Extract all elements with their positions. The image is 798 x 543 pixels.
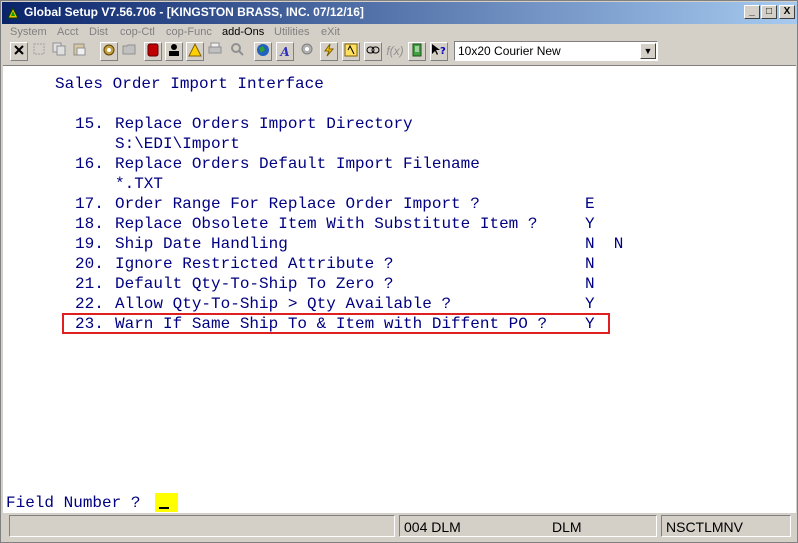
menu-acct[interactable]: Acct — [57, 26, 78, 38]
line-number: 20. — [75, 255, 104, 273]
line-label: Ship Date Handling — [115, 235, 288, 253]
folder-icon[interactable] — [120, 42, 138, 61]
menu-utilities[interactable]: Utilities — [274, 26, 309, 38]
menu-add-ons[interactable]: add-Ons — [222, 26, 264, 38]
lightning-icon[interactable] — [320, 42, 338, 61]
application-window: Global Setup V7.56.706 - [KINGSTON BRASS… — [0, 0, 798, 543]
field-prompt: Field Number ? — [3, 492, 796, 513]
close-button[interactable]: X — [779, 5, 795, 19]
line-value: Y — [585, 215, 595, 233]
stop-icon[interactable] — [144, 42, 162, 61]
function-icon[interactable]: f(x) — [386, 42, 404, 61]
document-icon[interactable] — [408, 42, 426, 61]
link-icon[interactable] — [364, 42, 382, 61]
menu-cop-func[interactable]: cop-Func — [166, 26, 212, 38]
status-user: DLM — [552, 519, 582, 535]
menu-dist[interactable]: Dist — [89, 26, 108, 38]
line-number: 16. — [75, 155, 104, 173]
maximize-button[interactable]: □ — [761, 5, 777, 19]
what-is-this-icon[interactable]: ? — [430, 42, 448, 61]
terminal-screen: Sales Order Import Interface 15. Replace… — [3, 65, 796, 492]
status-program: NSCTLMNV — [666, 519, 744, 535]
line-value: N — [585, 255, 595, 273]
prompt-label: Field Number ? — [6, 494, 141, 512]
status-program-pane: NSCTLMNV — [661, 515, 791, 537]
text-cursor — [159, 507, 169, 509]
svg-text:?: ? — [440, 46, 446, 57]
status-company: 004 DLM — [404, 519, 461, 535]
title-bar[interactable]: Global Setup V7.56.706 - [KINGSTON BRASS… — [2, 2, 797, 24]
paste-icon[interactable] — [70, 42, 88, 61]
line-value-text: *.TXT — [115, 175, 164, 193]
menu-exit[interactable]: eXit — [321, 26, 340, 38]
highlight-box — [62, 313, 610, 334]
copy-icon[interactable] — [50, 42, 68, 61]
line-number: 22. — [75, 295, 104, 313]
blank-icon[interactable] — [30, 42, 48, 61]
screen-heading: Sales Order Import Interface — [55, 75, 324, 93]
window-title: Global Setup V7.56.706 - [KINGSTON BRASS… — [24, 5, 364, 19]
status-message-pane — [9, 515, 395, 537]
font-selector[interactable]: 10x20 Courier New ▼ — [454, 41, 658, 61]
close-icon[interactable] — [10, 42, 28, 61]
minimize-button[interactable]: _ — [744, 5, 760, 19]
font-selector-value: 10x20 Courier New — [458, 44, 561, 58]
settings-icon[interactable] — [100, 42, 118, 61]
line-label: Replace Orders Default Import Filename — [115, 155, 480, 173]
line-label: Order Range For Replace Order Import ? — [115, 195, 480, 213]
search-icon[interactable] — [228, 42, 246, 61]
line-label: Default Qty-To-Ship To Zero ? — [115, 275, 394, 293]
status-bar: 004 DLM DLM NSCTLMNV — [3, 514, 796, 540]
app-icon — [7, 6, 19, 19]
line-number: 18. — [75, 215, 104, 233]
menu-cop-ctl[interactable]: cop-Ctl — [120, 26, 155, 38]
line-label: Ignore Restricted Attribute ? — [115, 255, 394, 273]
line-label: Replace Orders Import Directory — [115, 115, 413, 133]
field-number-input[interactable] — [155, 493, 178, 512]
line-number: 19. — [75, 235, 104, 253]
globe-icon[interactable] — [254, 42, 272, 61]
line-value: N — [585, 275, 595, 293]
menu-bar: System Acct Dist cop-Ctl cop-Func add-On… — [2, 24, 797, 41]
font-icon[interactable]: A — [276, 42, 294, 61]
line-label: Replace Obsolete Item With Substitute It… — [115, 215, 538, 233]
line-value-text: S:\EDI\Import — [115, 135, 240, 153]
chevron-down-icon[interactable]: ▼ — [640, 43, 656, 59]
gear-icon[interactable] — [298, 42, 316, 61]
help-icon[interactable] — [342, 42, 360, 61]
line-value: E — [585, 195, 595, 213]
line-value: N N — [585, 235, 624, 253]
user-icon[interactable] — [165, 42, 183, 61]
line-value: Y — [585, 295, 595, 313]
line-number: 17. — [75, 195, 104, 213]
menu-system[interactable]: System — [10, 26, 47, 38]
line-number: 21. — [75, 275, 104, 293]
line-label: Allow Qty-To-Ship > Qty Available ? — [115, 295, 452, 313]
warning-icon[interactable] — [186, 42, 204, 61]
line-number: 15. — [75, 115, 104, 133]
status-company-pane: 004 DLM DLM — [399, 515, 657, 537]
print-icon[interactable] — [206, 42, 224, 61]
toolbar: A f(x) ? 10x20 Courier New ▼ — [2, 41, 797, 63]
